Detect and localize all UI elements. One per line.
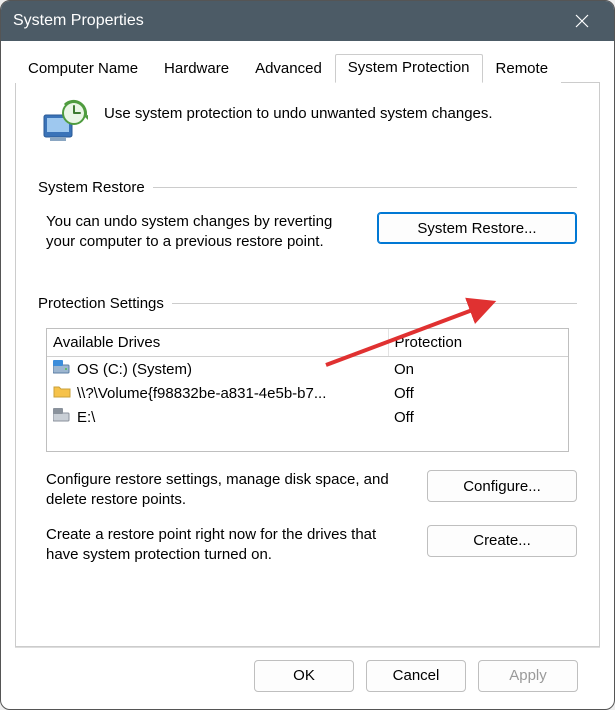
tab-system-protection[interactable]: System Protection bbox=[335, 54, 483, 83]
drive-protection: Off bbox=[388, 405, 568, 429]
group-header: System Restore bbox=[38, 179, 577, 196]
tab-advanced[interactable]: Advanced bbox=[242, 55, 335, 83]
create-desc: Create a restore point right now for the… bbox=[46, 525, 407, 566]
col-header-drives[interactable]: Available Drives bbox=[47, 329, 388, 357]
apply-button[interactable]: Apply bbox=[478, 660, 578, 692]
drive-name: E:\ bbox=[71, 405, 388, 429]
system-properties-window: System Properties Computer Name Hardware… bbox=[0, 0, 615, 710]
window-title: System Properties bbox=[13, 12, 562, 30]
disk-icon bbox=[53, 360, 71, 374]
cancel-button[interactable]: Cancel bbox=[366, 660, 466, 692]
table-row[interactable]: OS (C:) (System) On bbox=[47, 357, 568, 382]
protection-settings-group: Protection Settings Available Drives Pro… bbox=[38, 295, 577, 566]
tab-remote[interactable]: Remote bbox=[483, 55, 562, 83]
drive-icon-cell bbox=[47, 357, 71, 382]
group-title: System Restore bbox=[38, 179, 145, 196]
tab-strip: Computer Name Hardware Advanced System P… bbox=[15, 53, 600, 83]
drive-icon-cell bbox=[47, 405, 71, 429]
restore-desc: You can undo system changes by reverting… bbox=[46, 212, 357, 253]
folder-icon bbox=[53, 384, 71, 398]
system-restore-group: System Restore You can undo system chang… bbox=[38, 179, 577, 253]
drives-table-box: Available Drives Protection bbox=[46, 328, 569, 453]
dialog-footer: OK Cancel Apply bbox=[15, 647, 600, 703]
content-area: Computer Name Hardware Advanced System P… bbox=[1, 41, 614, 709]
drive-protection: Off bbox=[388, 381, 568, 405]
close-button[interactable] bbox=[562, 1, 602, 41]
create-button[interactable]: Create... bbox=[427, 525, 577, 557]
divider bbox=[172, 303, 577, 304]
ok-button[interactable]: OK bbox=[254, 660, 354, 692]
table-row[interactable]: \\?\Volume{f98832be-a831-4e5b-b7... Off bbox=[47, 381, 568, 405]
titlebar: System Properties bbox=[1, 1, 614, 41]
divider bbox=[153, 187, 577, 188]
intro-row: Use system protection to undo unwanted s… bbox=[38, 99, 577, 149]
intro-text: Use system protection to undo unwanted s… bbox=[104, 99, 493, 122]
drive-icon-cell bbox=[47, 381, 71, 405]
col-header-protection[interactable]: Protection bbox=[388, 329, 568, 357]
system-protection-icon bbox=[38, 99, 88, 149]
tab-panel: Use system protection to undo unwanted s… bbox=[15, 83, 600, 647]
restore-row: You can undo system changes by reverting… bbox=[46, 212, 577, 253]
disk-icon bbox=[53, 408, 71, 422]
close-icon bbox=[575, 14, 589, 28]
group-title: Protection Settings bbox=[38, 295, 164, 312]
configure-desc: Configure restore settings, manage disk … bbox=[46, 470, 407, 511]
table-row[interactable]: E:\ Off bbox=[47, 405, 568, 429]
drive-name: \\?\Volume{f98832be-a831-4e5b-b7... bbox=[71, 381, 388, 405]
drive-protection: On bbox=[388, 357, 568, 382]
system-restore-button[interactable]: System Restore... bbox=[377, 212, 577, 244]
drives-table: Available Drives Protection bbox=[47, 329, 568, 452]
group-header: Protection Settings bbox=[38, 295, 577, 312]
tab-computer-name[interactable]: Computer Name bbox=[15, 55, 151, 83]
create-row: Create a restore point right now for the… bbox=[46, 525, 577, 566]
configure-row: Configure restore settings, manage disk … bbox=[46, 470, 577, 511]
tab-hardware[interactable]: Hardware bbox=[151, 55, 242, 83]
drive-name: OS (C:) (System) bbox=[71, 357, 388, 382]
configure-button[interactable]: Configure... bbox=[427, 470, 577, 502]
